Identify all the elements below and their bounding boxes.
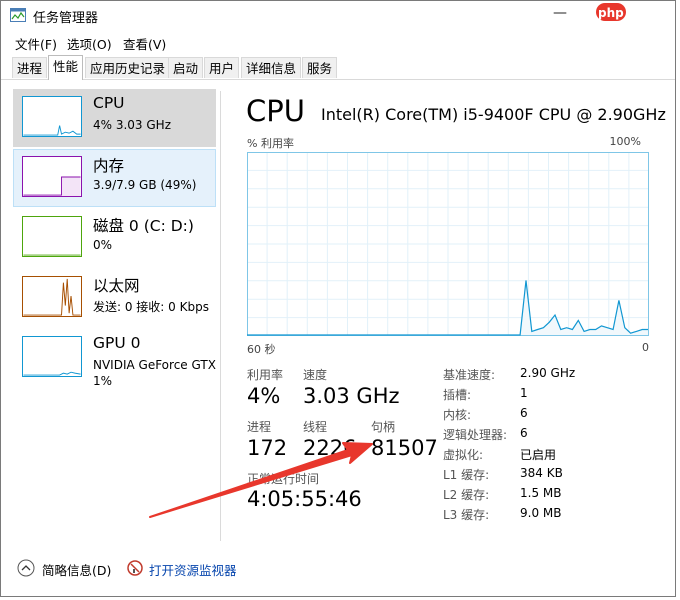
tab-app-history[interactable]: 应用历史记录 bbox=[85, 57, 171, 78]
sidebar-title: 以太网 bbox=[93, 277, 140, 295]
tab-users[interactable]: 用户 bbox=[204, 57, 240, 78]
sidebar-title: 内存 bbox=[93, 157, 125, 175]
threads-label: 线程 bbox=[303, 420, 328, 434]
open-resource-monitor-link[interactable]: 打开资源监视器 bbox=[149, 560, 237, 579]
sidebar-item-disk[interactable]: 磁盘 0 (C: D:) 0% bbox=[13, 209, 216, 267]
spec-label: 逻辑处理器: bbox=[443, 428, 508, 442]
handles-label: 句柄 bbox=[371, 420, 396, 434]
processes-label: 进程 bbox=[247, 420, 272, 434]
handles-value: 81507 bbox=[371, 436, 438, 460]
spec-label: 内核: bbox=[443, 408, 472, 422]
resource-monitor-icon bbox=[127, 560, 143, 576]
page-title: CPU bbox=[246, 94, 305, 128]
watermark-text: php 中文网 bbox=[598, 6, 664, 20]
menu-file[interactable]: 文件(F) bbox=[15, 34, 57, 53]
spec-value: 9.0 MB bbox=[520, 506, 562, 520]
spec-value: 已启用 bbox=[520, 448, 557, 462]
cpu-thumbnail-graph bbox=[22, 96, 82, 137]
tab-processes[interactable]: 进程 bbox=[12, 57, 48, 78]
sidebar-subtitle: 4% 3.03 GHz bbox=[93, 118, 172, 132]
sidebar-title: CPU bbox=[93, 94, 125, 112]
utilization-value: 4% bbox=[247, 384, 281, 408]
graph-time-right: 0 bbox=[642, 341, 649, 354]
memory-thumbnail-graph bbox=[22, 156, 82, 197]
cpu-utilization-graph bbox=[247, 152, 649, 336]
uptime-value: 4:05:55:46 bbox=[247, 487, 362, 511]
speed-label: 速度 bbox=[303, 368, 328, 382]
processes-value: 172 bbox=[247, 436, 288, 460]
uptime-label: 正常运行时间 bbox=[247, 472, 320, 486]
task-manager-icon bbox=[10, 8, 26, 22]
ethernet-thumbnail-graph bbox=[22, 276, 82, 317]
gpu-thumbnail-graph bbox=[22, 336, 82, 377]
graph-max-label: 100% bbox=[609, 135, 641, 148]
sidebar-item-ethernet[interactable]: 以太网 发送: 0 接收: 0 Kbps bbox=[13, 269, 216, 327]
title-bar: 任务管理器 — bbox=[1, 1, 675, 31]
sidebar-subtitle-2: 1% bbox=[93, 374, 113, 388]
disk-thumbnail-graph bbox=[22, 216, 82, 257]
spec-label: 基准速度: bbox=[443, 368, 496, 382]
spec-value: 384 KB bbox=[520, 466, 563, 480]
threads-value: 2226 bbox=[303, 436, 357, 460]
spec-value: 6 bbox=[520, 426, 528, 440]
chevron-up-icon bbox=[17, 559, 35, 577]
sidebar-item-memory[interactable]: 内存 3.9/7.9 GB (49%) bbox=[13, 149, 216, 207]
sidebar-subtitle: NVIDIA GeForce GTX bbox=[93, 358, 216, 372]
minimize-button[interactable]: — bbox=[553, 5, 567, 21]
watermark-badge: php 中文网 bbox=[596, 2, 680, 24]
speed-value: 3.03 GHz bbox=[303, 384, 400, 408]
spec-label: L2 缓存: bbox=[443, 488, 490, 502]
spec-value: 6 bbox=[520, 406, 528, 420]
spec-label: 虚拟化: bbox=[443, 448, 484, 462]
sidebar-subtitle: 0% bbox=[93, 238, 113, 252]
task-manager-window: 任务管理器 — 文件(F) 选项(O) 查看(V) 进程 性能 应用历史记录 启… bbox=[0, 0, 676, 597]
graph-label: % 利用率 bbox=[247, 137, 294, 150]
tab-details[interactable]: 详细信息 bbox=[241, 57, 302, 78]
menu-bar: 文件(F) 选项(O) 查看(V) bbox=[1, 31, 675, 53]
sidebar-title: 磁盘 0 (C: D:) bbox=[93, 217, 194, 235]
graph-time-left: 60 秒 bbox=[247, 343, 276, 356]
tab-services[interactable]: 服务 bbox=[302, 57, 338, 78]
sidebar-divider bbox=[220, 91, 221, 541]
spec-label: L1 缓存: bbox=[443, 468, 490, 482]
sidebar-subtitle: 3.9/7.9 GB (49%) bbox=[93, 178, 197, 192]
spec-value: 1.5 MB bbox=[520, 486, 562, 500]
sidebar-subtitle: 发送: 0 接收: 0 Kbps bbox=[93, 300, 209, 314]
window-title: 任务管理器 bbox=[33, 11, 99, 26]
sidebar-item-gpu[interactable]: GPU 0 NVIDIA GeForce GTX 1% bbox=[13, 329, 216, 391]
spec-value: 2.90 GHz bbox=[520, 366, 576, 380]
spec-value: 1 bbox=[520, 386, 528, 400]
spec-label: 插槽: bbox=[443, 388, 472, 402]
collapse-button[interactable] bbox=[17, 559, 35, 577]
utilization-label: 利用率 bbox=[247, 368, 284, 382]
sidebar-title: GPU 0 bbox=[93, 334, 141, 352]
tab-startup[interactable]: 启动 bbox=[168, 57, 204, 78]
spec-label: L3 缓存: bbox=[443, 508, 490, 522]
tab-performance[interactable]: 性能 bbox=[48, 55, 84, 80]
tab-strip: 进程 性能 应用历史记录 启动 用户 详细信息 服务 bbox=[1, 55, 675, 80]
sidebar-item-cpu[interactable]: CPU 4% 3.03 GHz bbox=[13, 89, 216, 147]
summary-toggle[interactable]: 简略信息(D) bbox=[42, 560, 111, 579]
menu-options[interactable]: 选项(O) bbox=[67, 34, 112, 53]
cpu-model-name: Intel(R) Core(TM) i5-9400F CPU @ 2.90GHz bbox=[321, 105, 666, 124]
menu-view[interactable]: 查看(V) bbox=[123, 34, 166, 53]
